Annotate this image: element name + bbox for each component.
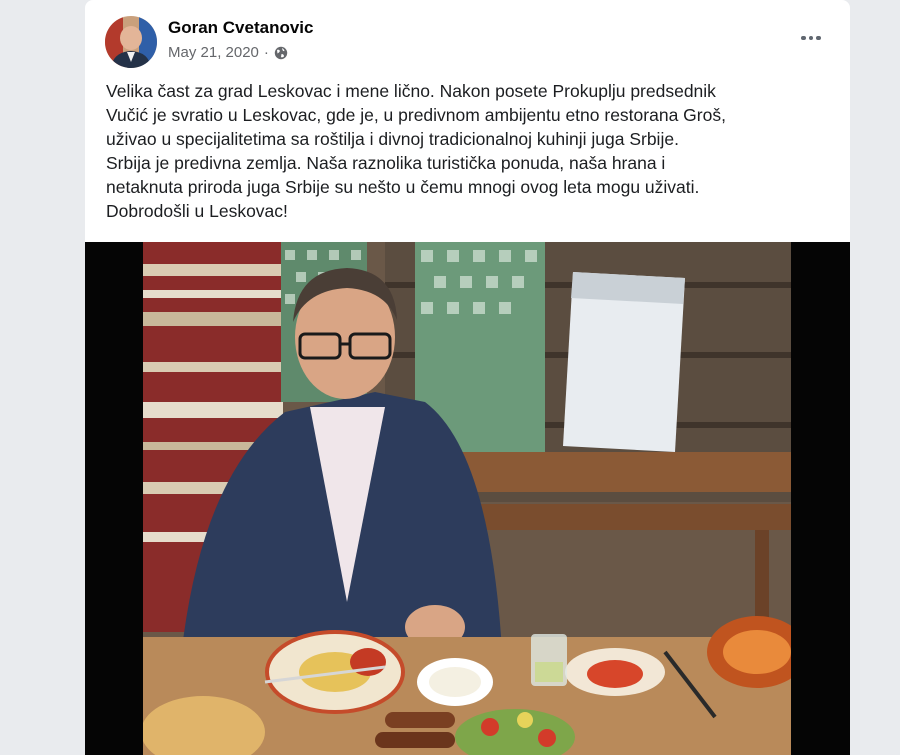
author-name[interactable]: Goran Cvetanovic [168,18,314,38]
more-dot [801,35,806,41]
globe-icon[interactable] [274,46,288,60]
more-options-icon[interactable] [796,28,826,48]
more-dot [816,35,821,41]
post-card: Goran Cvetanovic May 21, 2020 · Velika č… [85,0,850,755]
post-header: Goran Cvetanovic May 21, 2020 · [85,0,850,70]
meta-separator: · [263,44,269,61]
post-text: Velika čast za grad Leskovac i mene ličn… [106,81,726,221]
author-avatar[interactable] [105,16,157,68]
post-meta: May 21, 2020 · [168,44,288,61]
post-date[interactable]: May 21, 2020 [168,44,259,61]
more-dot [808,35,814,41]
post-photo[interactable] [85,242,850,755]
